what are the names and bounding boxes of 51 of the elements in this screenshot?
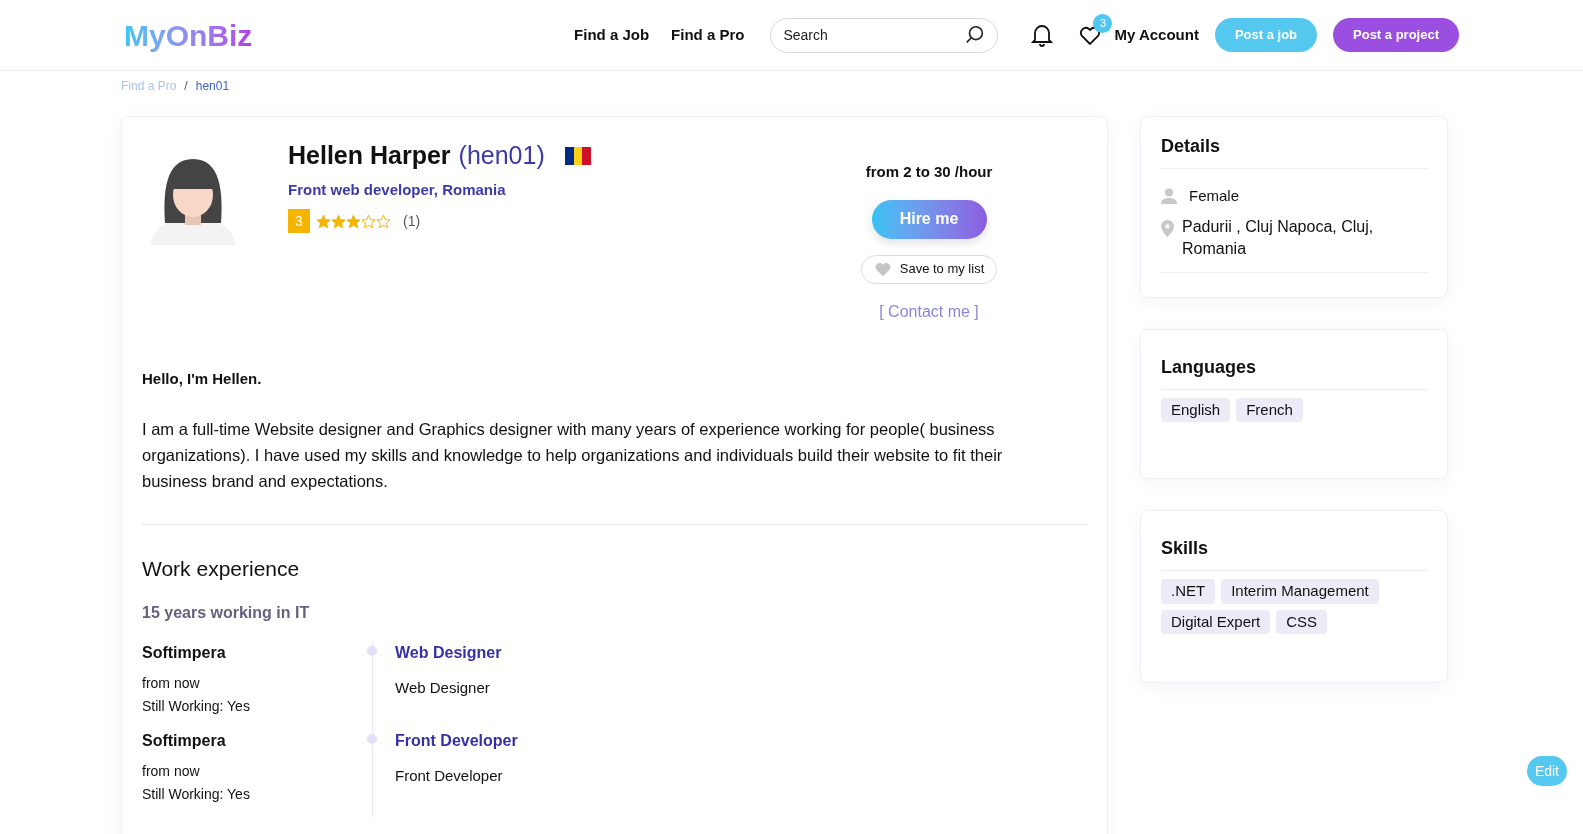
breadcrumb-link[interactable]: hen01 (195, 77, 230, 95)
breadcrumb-separator: / (184, 78, 188, 95)
language-tag: English (1161, 397, 1231, 422)
flag-icon (564, 146, 591, 165)
job-description: Front Developer (395, 765, 504, 786)
post-project-button[interactable]: Post a project (1333, 18, 1459, 52)
card-title: Skills (1161, 527, 1427, 571)
skill-tag: .NET (1161, 579, 1216, 604)
still-working-text: Still Working: Yes (142, 784, 251, 804)
gender-text: Female (1189, 186, 1240, 206)
review-count: (1) (403, 211, 421, 231)
job-role: Front Developer (395, 730, 518, 751)
profile-name: Hellen Harper (288, 140, 451, 171)
skill-tag: Interim Management (1221, 579, 1379, 604)
language-tag: French (1236, 397, 1303, 422)
favorites-count-badge: 3 (1093, 14, 1113, 33)
hire-button[interactable]: Hire me (871, 199, 987, 239)
account-link[interactable]: My Account (1114, 23, 1199, 47)
greeting-text: Hello, I'm Hellen. (142, 368, 263, 389)
nav-link[interactable]: Find a Job (574, 23, 650, 47)
address-text: Padurii , Cluj Napoca, Cluj, Romania (1182, 216, 1375, 259)
section-title: Work experience (142, 556, 301, 582)
company-name: Softimpera (142, 642, 227, 663)
nav-link[interactable]: Find a Pro (671, 23, 745, 47)
contact-link[interactable]: [ Contact me ] (879, 299, 979, 324)
hourly-rate: from 2 to 30 /hour (865, 162, 993, 182)
skill-tag: CSS (1276, 609, 1328, 634)
company-name: Softimpera (142, 730, 227, 751)
job-description: Web Designer (395, 677, 491, 698)
star-filled-icon (316, 213, 331, 229)
bell-icon[interactable] (1030, 22, 1055, 48)
experience-summary: 15 years working in IT (142, 602, 311, 623)
location-pin-icon (1161, 219, 1174, 237)
heart-icon (873, 261, 892, 277)
card-title: Details (1161, 133, 1427, 169)
person-icon (1161, 188, 1177, 205)
bio-paragraph: I am a full-time Website designer and Graphics designer with many years of experience working for people( business organizations). I have used my skills and knowledge to help organizations and individuals build their website to fit their business brand and expectations. (142, 419, 1004, 492)
star-empty-icon (361, 213, 376, 229)
star-filled-icon (331, 213, 346, 229)
star-empty-icon (376, 213, 391, 229)
work-period: from now (142, 761, 201, 781)
profile-username: (hen01) (458, 140, 545, 171)
star-filled-icon (346, 213, 361, 229)
search-field[interactable]: Search (770, 17, 999, 53)
still-working-text: Still Working: Yes (142, 696, 251, 716)
profile-subtitle: Front web developer, Romania (288, 179, 507, 200)
job-role: Web Designer (395, 642, 502, 663)
work-period: from now (142, 673, 201, 693)
rating-badge: 3 (288, 209, 310, 233)
card-title: Languages (1161, 345, 1427, 390)
skill-tag: Digital Expert (1161, 609, 1271, 634)
